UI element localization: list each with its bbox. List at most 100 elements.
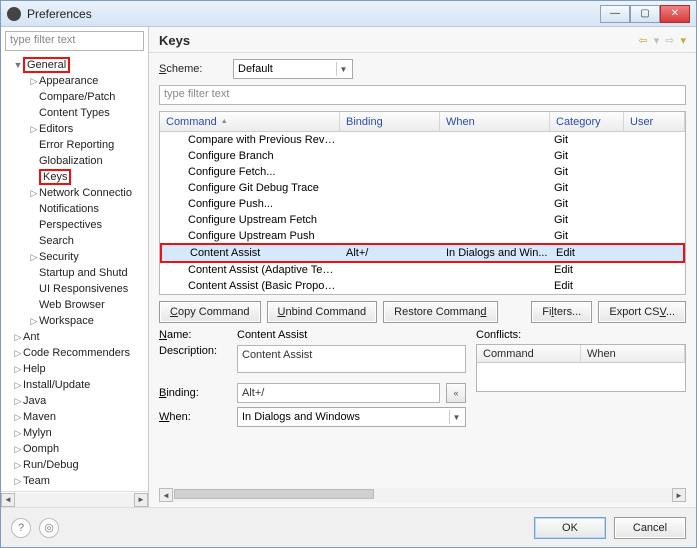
table-row[interactable]: Content Assist (Adaptive TemplateEdit [160,262,685,278]
table-header[interactable]: Command Binding When Category User [160,112,685,132]
conflicts-table[interactable]: Command When [476,344,686,392]
ok-button[interactable]: OK [534,517,606,539]
back-menu-icon[interactable]: ▾ [654,34,660,47]
tree-item[interactable]: ▷Ant [1,329,148,345]
tree-item[interactable]: ▼General [1,57,148,73]
sidebar-hscroll[interactable]: ◄ ► [1,491,148,507]
table-row[interactable]: Configure Fetch...Git [160,164,685,180]
tree-item[interactable]: Compare/Patch [1,89,148,105]
twisty-icon[interactable]: ▼ [13,60,23,70]
scroll-right-icon[interactable]: ► [672,488,686,502]
twisty-icon[interactable]: ▷ [13,428,23,439]
filters-button[interactable]: Filters... [531,301,592,323]
table-row[interactable]: Configure Upstream FetchGit [160,212,685,228]
scroll-right-icon[interactable]: ► [134,493,148,507]
binding-field[interactable]: Alt+/ [237,383,440,403]
tree-item[interactable]: Keys [1,169,148,185]
main-hscroll[interactable]: ◄ ► [159,487,686,503]
tree-item[interactable]: ▷Java [1,393,148,409]
col-category[interactable]: Category [550,112,624,131]
conf-col-when[interactable]: When [581,345,685,362]
twisty-icon[interactable]: ▷ [13,444,23,455]
twisty-icon[interactable]: ▷ [29,76,39,87]
twisty-icon[interactable]: ▷ [13,460,23,471]
scroll-left-icon[interactable]: ◄ [159,488,173,502]
tree-item-label: Ant [23,331,40,343]
tree-item[interactable]: Search [1,233,148,249]
twisty-icon[interactable]: ▷ [13,476,23,487]
tree-item[interactable]: ▷Network Connectio [1,185,148,201]
tree-item[interactable]: ▷Help [1,361,148,377]
back-icon[interactable]: ⇦ [639,34,648,47]
twisty-icon[interactable]: ▷ [29,188,39,199]
keys-table[interactable]: Command Binding When Category User Compa… [159,111,686,295]
twisty-icon[interactable]: ▷ [13,380,23,391]
twisty-icon[interactable]: ▷ [29,252,39,263]
twisty-icon[interactable]: ▷ [13,332,23,343]
tree-item[interactable]: ▷Team [1,473,148,489]
scheme-select[interactable]: Default ▼ [233,59,353,79]
unbind-command-button[interactable]: Unbind Command [267,301,378,323]
table-row[interactable]: Configure Git Debug TraceGit [160,180,685,196]
tree-item[interactable]: Perspectives [1,217,148,233]
forward-icon[interactable]: ⇨ [665,34,674,47]
preference-tree[interactable]: ▼General▷AppearanceCompare/PatchContent … [1,55,148,491]
tree-item[interactable]: Startup and Shutd [1,265,148,281]
tree-item[interactable]: Web Browser [1,297,148,313]
table-row[interactable]: Configure Push...Git [160,196,685,212]
table-row[interactable]: Content Assist (Basic Proposals)Edit [160,278,685,294]
copy-command-button[interactable]: Copy Command [159,301,261,323]
table-row[interactable]: Configure BranchGit [160,148,685,164]
twisty-icon[interactable]: ▷ [29,124,39,135]
table-row[interactable]: Compare with Previous RevisionGit [160,132,685,148]
tree-item[interactable]: ▷Code Recommenders [1,345,148,361]
twisty-icon[interactable]: ▷ [29,316,39,327]
when-select[interactable]: In Dialogs and Windows ▼ [237,407,466,427]
tree-item[interactable]: ▷Install/Update [1,377,148,393]
tree-item-label: Globalization [39,155,103,167]
tree-item[interactable]: ▷Security [1,249,148,265]
cancel-button[interactable]: Cancel [614,517,686,539]
restore-command-button[interactable]: Restore Command [383,301,497,323]
tree-item[interactable]: Content Types [1,105,148,121]
tree-item[interactable]: Globalization [1,153,148,169]
titlebar[interactable]: Preferences — ▢ ✕ [1,1,696,27]
scroll-thumb[interactable] [174,489,374,499]
description-field[interactable]: Content Assist [237,345,466,373]
twisty-icon[interactable]: ▷ [13,364,23,375]
tree-item[interactable]: Notifications [1,201,148,217]
tree-item[interactable]: ▷Run/Debug [1,457,148,473]
tree-item-label: UI Responsivenes [39,283,128,295]
twisty-icon[interactable]: ▷ [13,412,23,423]
sidebar-filter-input[interactable]: type filter text [5,31,144,51]
tree-item[interactable]: ▷Editors [1,121,148,137]
keys-filter-input[interactable]: type filter text [159,85,686,105]
tree-item[interactable]: ▷Appearance [1,73,148,89]
tree-item[interactable]: ▷Maven [1,409,148,425]
tree-item[interactable]: ▷Oomph [1,441,148,457]
maximize-button[interactable]: ▢ [630,5,660,23]
tree-item-label: Perspectives [39,219,102,231]
help-icon[interactable]: ? [11,518,31,538]
col-user[interactable]: User [624,112,685,131]
binding-clear-button[interactable]: « [446,383,466,403]
tree-item[interactable]: UI Responsivenes [1,281,148,297]
import-export-icon[interactable]: ◎ [39,518,59,538]
scroll-left-icon[interactable]: ◄ [1,493,15,507]
twisty-icon[interactable]: ▷ [13,348,23,359]
tree-item[interactable]: ▷Mylyn [1,425,148,441]
table-row[interactable]: Configure Upstream PushGit [160,228,685,244]
tree-item[interactable]: Error Reporting [1,137,148,153]
twisty-icon[interactable]: ▷ [13,396,23,407]
col-command[interactable]: Command [160,112,340,131]
export-csv-button[interactable]: Export CSV... [598,301,686,323]
conf-col-command[interactable]: Command [477,345,581,362]
minimize-button[interactable]: — [600,5,630,23]
tree-item[interactable]: ▷Workspace [1,313,148,329]
tree-item-label: Notifications [39,203,99,215]
close-button[interactable]: ✕ [660,5,690,23]
table-row[interactable]: Content AssistAlt+/In Dialogs and Win...… [162,245,683,261]
col-binding[interactable]: Binding [340,112,440,131]
col-when[interactable]: When [440,112,550,131]
menu-icon[interactable]: ▾ [680,34,686,47]
